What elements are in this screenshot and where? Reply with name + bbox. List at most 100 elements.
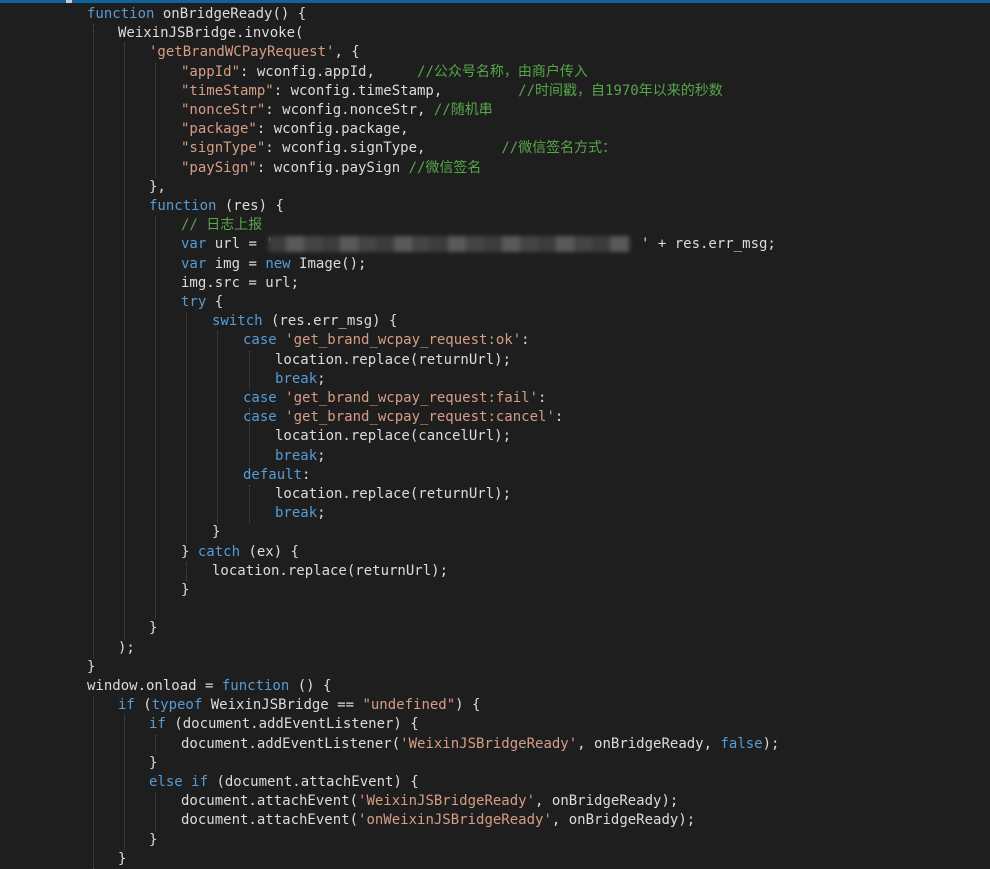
indent-guide — [93, 24, 94, 658]
code-line: location.replace(returnUrl); — [212, 562, 448, 581]
code-line: } — [181, 581, 189, 600]
code-token: "signType" — [181, 140, 266, 157]
code-token: location.replace(cancelUrl); — [275, 428, 512, 445]
code-token: : wconfig.nonceStr, — [265, 102, 434, 118]
code-line: 'getBrandWCPayRequest', { — [149, 43, 360, 62]
indent-guide — [124, 43, 125, 639]
code-token: function — [87, 6, 155, 22]
code-token: //时间戳，自1970年以来的秒数 — [518, 82, 723, 99]
code-line: document.addEventListener('WeixinJSBridg… — [181, 735, 779, 754]
code-line: if (document.addEventListener) { — [149, 715, 419, 734]
code-token: "undefined" — [362, 697, 456, 714]
code-token: function — [149, 198, 217, 214]
code-line: } — [149, 831, 157, 850]
code-token: onBridgeReady() { — [154, 6, 307, 22]
code-token: : — [538, 390, 547, 406]
indent-guide — [217, 331, 218, 524]
indent-guide — [155, 734, 156, 754]
code-line: "appId": wconfig.appId, //公众号名称，由商户传入 — [181, 63, 588, 82]
code-token: typeof — [151, 697, 203, 714]
code-line: WeixinJSBridge.invoke( — [118, 24, 303, 43]
code-token: ( — [134, 697, 152, 714]
url-concat-tail: ' + res.err_msg; — [641, 236, 776, 252]
code-token: ; — [317, 370, 326, 387]
code-line: try { — [181, 293, 223, 312]
code-token: ); — [762, 735, 780, 752]
editor-top-border — [0, 0, 990, 3]
code-line: window.onload = function () { — [87, 677, 331, 696]
indent-guide — [155, 62, 156, 178]
code-line: }, — [149, 178, 166, 197]
code-token: var — [181, 255, 207, 272]
code-token: } — [212, 524, 221, 541]
code-token: : wconfig.signType, — [265, 140, 502, 157]
code-token: default — [243, 466, 303, 483]
code-token: , onBridgeReady, — [577, 735, 721, 752]
code-token: if — [118, 697, 135, 714]
code-line: location.replace(returnUrl); — [275, 351, 511, 370]
code-token: "timeStamp" — [181, 82, 274, 99]
code-token: } — [87, 658, 96, 675]
code-token: : wconfig.timeStamp, — [273, 82, 519, 99]
code-token: "appId" — [181, 63, 241, 80]
code-token: case — [243, 409, 277, 426]
code-line: case 'get_brand_wcpay_request:cancel': — [243, 408, 563, 427]
code-line: document.attachEvent('WeixinJSBridgeRead… — [181, 792, 678, 811]
code-token: case — [243, 390, 277, 406]
code-token: : wconfig.package, — [256, 121, 409, 138]
indent-guide — [155, 216, 156, 620]
code-editor[interactable]: function onBridgeReady() {WeixinJSBridge… — [0, 0, 990, 869]
code-token: 'onWeixinJSBridgeReady' — [358, 812, 552, 829]
code-line: if (typeof WeixinJSBridge == "undefined"… — [118, 696, 480, 715]
code-token: 'get_brand_wcpay_request:fail' — [285, 390, 539, 406]
code-line: switch (res.err_msg) { — [212, 312, 397, 331]
code-token: break — [275, 505, 318, 522]
code-token: "paySign" — [181, 159, 257, 176]
code-token: location.replace(returnUrl); — [275, 351, 512, 368]
code-token: (ex) { — [240, 543, 300, 560]
code-line: "package": wconfig.package, — [181, 120, 409, 139]
code-line: var img = new Image(); — [181, 255, 366, 274]
code-token: try — [181, 294, 207, 310]
code-line: "signType": wconfig.signType, //微信签名方式： — [181, 139, 616, 158]
code-line: } — [87, 658, 95, 677]
code-token: //微信签名 — [408, 159, 482, 176]
code-token: (res.err_msg) { — [262, 313, 398, 330]
code-line: // 日志上报 — [181, 216, 262, 235]
code-token: : — [302, 466, 311, 483]
code-token: //微信签名方式： — [501, 140, 617, 157]
code-token: , { — [334, 44, 360, 61]
code-token: document.attachEvent( — [181, 793, 359, 810]
code-token: document.attachEvent( — [181, 812, 359, 829]
code-token: ; — [317, 505, 326, 522]
code-token: ; — [317, 447, 326, 464]
code-token: location.replace(returnUrl); — [275, 486, 512, 502]
code-token: , onBridgeReady); — [535, 793, 679, 810]
code-line: location.replace(cancelUrl); — [275, 427, 511, 446]
code-line: } catch (ex) { — [181, 543, 299, 562]
code-line: "timeStamp": wconfig.timeStamp, //时间戳，自1… — [181, 82, 723, 101]
code-line: } — [118, 850, 126, 869]
code-token: 'get_brand_wcpay_request:cancel' — [285, 409, 555, 426]
code-token: { — [206, 294, 224, 310]
code-token: } — [149, 620, 158, 637]
code-token: document.addEventListener( — [181, 735, 401, 752]
code-line: break; — [275, 370, 326, 389]
code-token: img.src = url; — [181, 274, 300, 291]
code-token: } — [181, 543, 198, 560]
code-token: } — [181, 582, 190, 598]
code-token: (res) { — [216, 198, 284, 214]
code-line: case 'get_brand_wcpay_request:ok': — [243, 331, 530, 350]
code-token: break — [275, 447, 318, 464]
code-line: function onBridgeReady() { — [87, 5, 306, 24]
code-line: default: — [243, 466, 310, 485]
code-line: location.replace(returnUrl); — [275, 485, 511, 504]
code-line: var url = ' — [181, 235, 274, 254]
code-line: } — [212, 523, 220, 542]
indent-guide — [249, 485, 250, 524]
code-token: function — [221, 678, 290, 694]
code-line: case 'get_brand_wcpay_request:fail': — [243, 389, 546, 408]
code-token: if — [149, 716, 166, 733]
code-token: 'getBrandWCPayRequest' — [149, 44, 335, 61]
